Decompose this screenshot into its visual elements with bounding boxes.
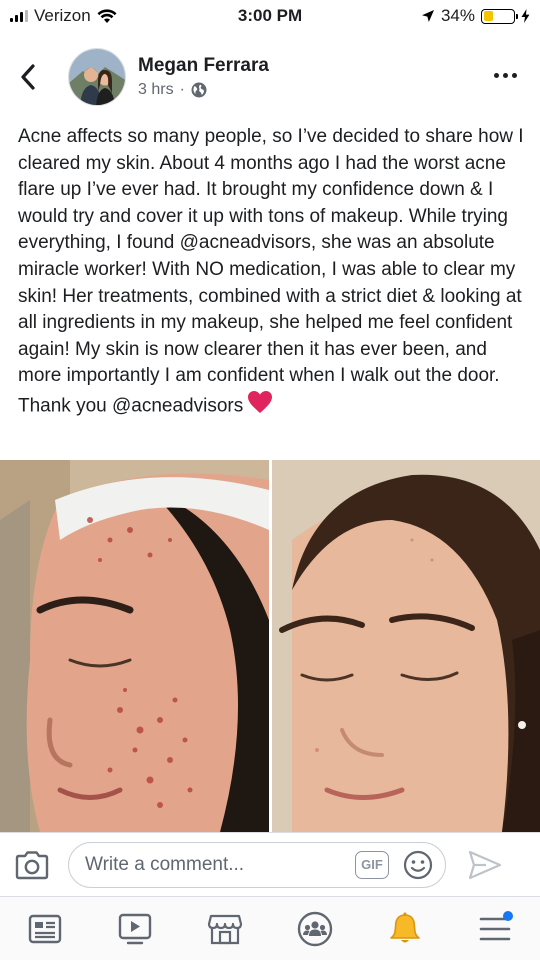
groups-icon <box>297 911 333 946</box>
bell-icon <box>390 912 420 942</box>
post-header: Megan Ferrara 3 hrs · <box>0 40 540 114</box>
after-photo[interactable] <box>271 460 540 832</box>
back-button[interactable] <box>0 47 56 107</box>
post-text: Acne affects so many people, so I’ve dec… <box>18 124 526 423</box>
post-photos[interactable] <box>0 460 540 832</box>
avatar[interactable] <box>68 48 126 106</box>
send-icon[interactable] <box>468 850 502 880</box>
more-dots-icon <box>493 72 499 78</box>
signal-strength-icon <box>10 10 28 22</box>
tab-watch[interactable] <box>105 901 165 957</box>
before-photo[interactable] <box>0 460 269 832</box>
post-timestamp[interactable]: 3 hrs <box>138 81 174 99</box>
post-body: Acne affects so many people, so I’ve dec… <box>18 126 524 417</box>
gif-button[interactable]: GIF <box>355 850 389 879</box>
menu-notification-dot <box>503 910 513 921</box>
meta-separator: · <box>179 81 185 98</box>
camera-icon[interactable] <box>14 850 50 880</box>
watch-video-icon <box>118 913 152 944</box>
emoji-icon[interactable] <box>403 850 433 880</box>
news-feed-icon <box>28 914 62 943</box>
comment-bar: Write a comment... GIF <box>0 832 540 896</box>
battery-icon <box>481 8 518 24</box>
marketplace-icon <box>207 914 243 944</box>
tab-marketplace[interactable] <box>195 901 255 957</box>
more-options-button[interactable] <box>488 62 522 88</box>
chevron-left-icon <box>21 64 35 90</box>
carrier-label: Verizon <box>34 6 91 25</box>
status-bar: Verizon 3:00 PM 34% <box>0 0 540 32</box>
tab-menu[interactable] <box>465 901 525 957</box>
wifi-icon <box>97 8 117 23</box>
comment-placeholder: Write a comment... <box>85 853 245 875</box>
tab-notifications[interactable] <box>375 901 435 957</box>
tab-news-feed[interactable] <box>15 901 75 957</box>
red-heart-emoji <box>247 390 273 423</box>
tab-groups[interactable] <box>285 901 345 957</box>
charging-bolt-icon <box>521 9 530 23</box>
author-name[interactable]: Megan Ferrara <box>138 55 269 77</box>
battery-percent: 34% <box>440 6 475 25</box>
bottom-nav <box>0 896 540 960</box>
location-arrow-icon <box>421 10 434 22</box>
comment-input[interactable]: Write a comment... GIF <box>68 841 446 888</box>
globe-icon <box>191 82 207 98</box>
